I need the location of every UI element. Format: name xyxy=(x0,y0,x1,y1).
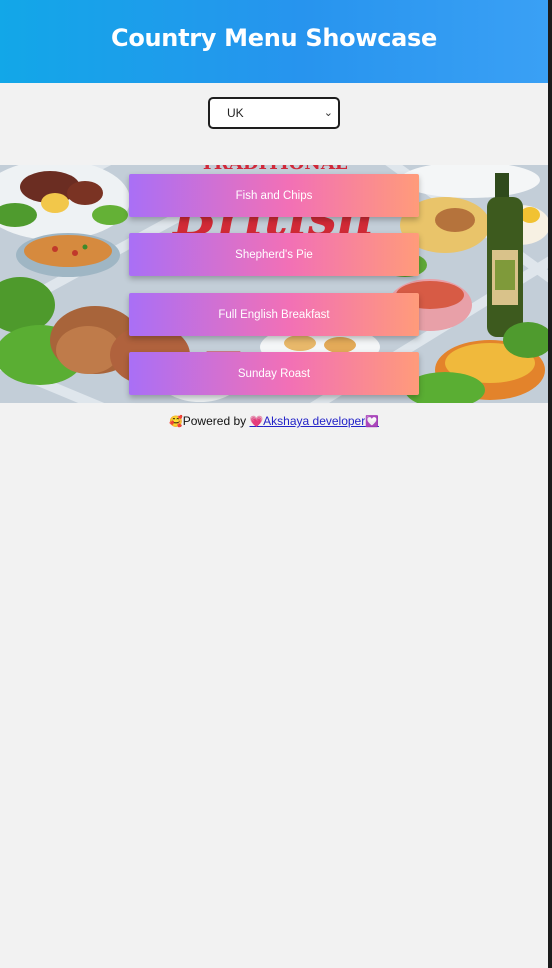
country-select-value: UK xyxy=(227,106,244,120)
developer-link[interactable]: 💗Akshaya developer💟 xyxy=(249,414,378,428)
pink-heart-icon: 💗 xyxy=(249,415,264,428)
menu-item-button[interactable]: Shepherd's Pie xyxy=(129,233,419,276)
menu-item-button[interactable]: Full English Breakfast xyxy=(129,293,419,336)
svg-text:TRADITIONAL: TRADITIONAL xyxy=(201,165,348,174)
developer-link-text: Akshaya developer xyxy=(263,414,366,428)
page-title: Country Menu Showcase xyxy=(111,23,437,52)
footer-credit: 🥰Powered by 💗Akshaya developer💟 xyxy=(0,414,548,428)
app-header: Country Menu Showcase xyxy=(0,0,548,83)
chevron-down-icon: ⌄ xyxy=(323,107,333,119)
footer-prefix: Powered by xyxy=(182,414,250,428)
country-select[interactable]: UK ⌄ xyxy=(208,97,340,129)
menu-item-button[interactable]: Fish and Chips xyxy=(129,174,419,217)
heart-decoration-icon: 💟 xyxy=(365,415,379,428)
smiling-face-hearts-icon: 🥰 xyxy=(169,415,183,428)
window-edge xyxy=(548,0,552,968)
menu-item-button[interactable]: Sunday Roast xyxy=(129,352,419,395)
